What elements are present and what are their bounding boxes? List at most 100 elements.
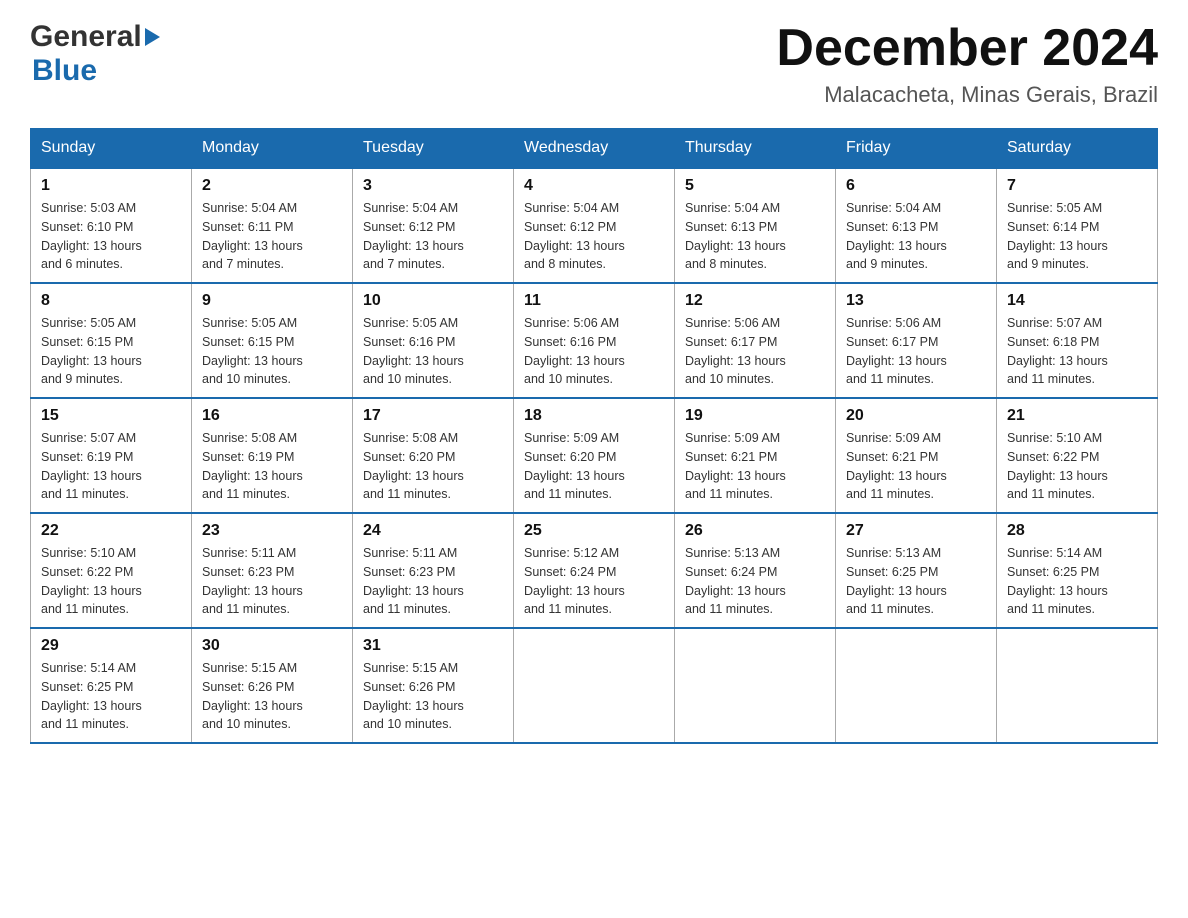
calendar-table: Sunday Monday Tuesday Wednesday Thursday… <box>30 128 1158 744</box>
calendar-week-row: 1 Sunrise: 5:03 AM Sunset: 6:10 PM Dayli… <box>31 168 1158 283</box>
day-info: Sunrise: 5:04 AM Sunset: 6:13 PM Dayligh… <box>846 199 986 274</box>
table-row: 30 Sunrise: 5:15 AM Sunset: 6:26 PM Dayl… <box>192 628 353 743</box>
table-row <box>514 628 675 743</box>
day-info: Sunrise: 5:06 AM Sunset: 6:17 PM Dayligh… <box>685 314 825 389</box>
calendar-week-row: 8 Sunrise: 5:05 AM Sunset: 6:15 PM Dayli… <box>31 283 1158 398</box>
table-row: 31 Sunrise: 5:15 AM Sunset: 6:26 PM Dayl… <box>353 628 514 743</box>
day-number: 13 <box>846 292 986 310</box>
day-number: 9 <box>202 292 342 310</box>
day-number: 26 <box>685 522 825 540</box>
day-info: Sunrise: 5:12 AM Sunset: 6:24 PM Dayligh… <box>524 544 664 619</box>
table-row: 9 Sunrise: 5:05 AM Sunset: 6:15 PM Dayli… <box>192 283 353 398</box>
day-number: 15 <box>41 407 181 425</box>
day-number: 25 <box>524 522 664 540</box>
table-row: 1 Sunrise: 5:03 AM Sunset: 6:10 PM Dayli… <box>31 168 192 283</box>
calendar-week-row: 22 Sunrise: 5:10 AM Sunset: 6:22 PM Dayl… <box>31 513 1158 628</box>
day-number: 20 <box>846 407 986 425</box>
day-info: Sunrise: 5:10 AM Sunset: 6:22 PM Dayligh… <box>41 544 181 619</box>
table-row: 23 Sunrise: 5:11 AM Sunset: 6:23 PM Dayl… <box>192 513 353 628</box>
table-row: 29 Sunrise: 5:14 AM Sunset: 6:25 PM Dayl… <box>31 628 192 743</box>
month-title: December 2024 <box>776 20 1158 77</box>
day-number: 28 <box>1007 522 1147 540</box>
day-info: Sunrise: 5:07 AM Sunset: 6:18 PM Dayligh… <box>1007 314 1147 389</box>
table-row: 14 Sunrise: 5:07 AM Sunset: 6:18 PM Dayl… <box>997 283 1158 398</box>
logo-blue-text: Blue <box>32 54 97 87</box>
col-wednesday: Wednesday <box>514 129 675 169</box>
location-title: Malacacheta, Minas Gerais, Brazil <box>776 82 1158 108</box>
table-row: 6 Sunrise: 5:04 AM Sunset: 6:13 PM Dayli… <box>836 168 997 283</box>
day-number: 24 <box>363 522 503 540</box>
day-number: 6 <box>846 177 986 195</box>
day-info: Sunrise: 5:05 AM Sunset: 6:15 PM Dayligh… <box>41 314 181 389</box>
day-number: 10 <box>363 292 503 310</box>
day-number: 17 <box>363 407 503 425</box>
day-info: Sunrise: 5:06 AM Sunset: 6:16 PM Dayligh… <box>524 314 664 389</box>
calendar-week-row: 29 Sunrise: 5:14 AM Sunset: 6:25 PM Dayl… <box>31 628 1158 743</box>
day-number: 21 <box>1007 407 1147 425</box>
table-row <box>997 628 1158 743</box>
table-row: 4 Sunrise: 5:04 AM Sunset: 6:12 PM Dayli… <box>514 168 675 283</box>
day-info: Sunrise: 5:04 AM Sunset: 6:11 PM Dayligh… <box>202 199 342 274</box>
day-info: Sunrise: 5:15 AM Sunset: 6:26 PM Dayligh… <box>363 659 503 734</box>
table-row: 24 Sunrise: 5:11 AM Sunset: 6:23 PM Dayl… <box>353 513 514 628</box>
table-row <box>675 628 836 743</box>
day-info: Sunrise: 5:14 AM Sunset: 6:25 PM Dayligh… <box>1007 544 1147 619</box>
table-row: 26 Sunrise: 5:13 AM Sunset: 6:24 PM Dayl… <box>675 513 836 628</box>
day-number: 18 <box>524 407 664 425</box>
col-tuesday: Tuesday <box>353 129 514 169</box>
col-saturday: Saturday <box>997 129 1158 169</box>
table-row: 21 Sunrise: 5:10 AM Sunset: 6:22 PM Dayl… <box>997 398 1158 513</box>
day-info: Sunrise: 5:08 AM Sunset: 6:20 PM Dayligh… <box>363 429 503 504</box>
table-row: 11 Sunrise: 5:06 AM Sunset: 6:16 PM Dayl… <box>514 283 675 398</box>
calendar-week-row: 15 Sunrise: 5:07 AM Sunset: 6:19 PM Dayl… <box>31 398 1158 513</box>
table-row: 19 Sunrise: 5:09 AM Sunset: 6:21 PM Dayl… <box>675 398 836 513</box>
logo: General Blue <box>30 20 160 88</box>
day-number: 16 <box>202 407 342 425</box>
day-number: 5 <box>685 177 825 195</box>
day-number: 27 <box>846 522 986 540</box>
day-number: 23 <box>202 522 342 540</box>
table-row: 7 Sunrise: 5:05 AM Sunset: 6:14 PM Dayli… <box>997 168 1158 283</box>
table-row: 5 Sunrise: 5:04 AM Sunset: 6:13 PM Dayli… <box>675 168 836 283</box>
day-info: Sunrise: 5:04 AM Sunset: 6:12 PM Dayligh… <box>524 199 664 274</box>
col-thursday: Thursday <box>675 129 836 169</box>
table-row: 10 Sunrise: 5:05 AM Sunset: 6:16 PM Dayl… <box>353 283 514 398</box>
day-info: Sunrise: 5:05 AM Sunset: 6:15 PM Dayligh… <box>202 314 342 389</box>
day-number: 7 <box>1007 177 1147 195</box>
col-sunday: Sunday <box>31 129 192 169</box>
table-row: 13 Sunrise: 5:06 AM Sunset: 6:17 PM Dayl… <box>836 283 997 398</box>
table-row: 18 Sunrise: 5:09 AM Sunset: 6:20 PM Dayl… <box>514 398 675 513</box>
day-info: Sunrise: 5:05 AM Sunset: 6:16 PM Dayligh… <box>363 314 503 389</box>
day-number: 11 <box>524 292 664 310</box>
day-number: 4 <box>524 177 664 195</box>
day-info: Sunrise: 5:09 AM Sunset: 6:20 PM Dayligh… <box>524 429 664 504</box>
table-row: 12 Sunrise: 5:06 AM Sunset: 6:17 PM Dayl… <box>675 283 836 398</box>
day-info: Sunrise: 5:03 AM Sunset: 6:10 PM Dayligh… <box>41 199 181 274</box>
day-number: 19 <box>685 407 825 425</box>
day-number: 1 <box>41 177 181 195</box>
day-info: Sunrise: 5:09 AM Sunset: 6:21 PM Dayligh… <box>846 429 986 504</box>
table-row: 3 Sunrise: 5:04 AM Sunset: 6:12 PM Dayli… <box>353 168 514 283</box>
table-row: 2 Sunrise: 5:04 AM Sunset: 6:11 PM Dayli… <box>192 168 353 283</box>
day-info: Sunrise: 5:09 AM Sunset: 6:21 PM Dayligh… <box>685 429 825 504</box>
day-number: 2 <box>202 177 342 195</box>
day-info: Sunrise: 5:06 AM Sunset: 6:17 PM Dayligh… <box>846 314 986 389</box>
table-row: 22 Sunrise: 5:10 AM Sunset: 6:22 PM Dayl… <box>31 513 192 628</box>
table-row: 16 Sunrise: 5:08 AM Sunset: 6:19 PM Dayl… <box>192 398 353 513</box>
day-info: Sunrise: 5:10 AM Sunset: 6:22 PM Dayligh… <box>1007 429 1147 504</box>
table-row: 25 Sunrise: 5:12 AM Sunset: 6:24 PM Dayl… <box>514 513 675 628</box>
table-row <box>836 628 997 743</box>
table-row: 28 Sunrise: 5:14 AM Sunset: 6:25 PM Dayl… <box>997 513 1158 628</box>
table-row: 20 Sunrise: 5:09 AM Sunset: 6:21 PM Dayl… <box>836 398 997 513</box>
logo-general-text: General <box>30 20 142 54</box>
day-info: Sunrise: 5:13 AM Sunset: 6:24 PM Dayligh… <box>685 544 825 619</box>
table-row: 8 Sunrise: 5:05 AM Sunset: 6:15 PM Dayli… <box>31 283 192 398</box>
day-info: Sunrise: 5:04 AM Sunset: 6:12 PM Dayligh… <box>363 199 503 274</box>
col-friday: Friday <box>836 129 997 169</box>
page-header: General Blue December 2024 Malacacheta, … <box>30 20 1158 108</box>
logo-chevron-icon <box>145 28 160 46</box>
table-row: 15 Sunrise: 5:07 AM Sunset: 6:19 PM Dayl… <box>31 398 192 513</box>
day-number: 14 <box>1007 292 1147 310</box>
day-info: Sunrise: 5:11 AM Sunset: 6:23 PM Dayligh… <box>363 544 503 619</box>
calendar-header-row: Sunday Monday Tuesday Wednesday Thursday… <box>31 129 1158 169</box>
